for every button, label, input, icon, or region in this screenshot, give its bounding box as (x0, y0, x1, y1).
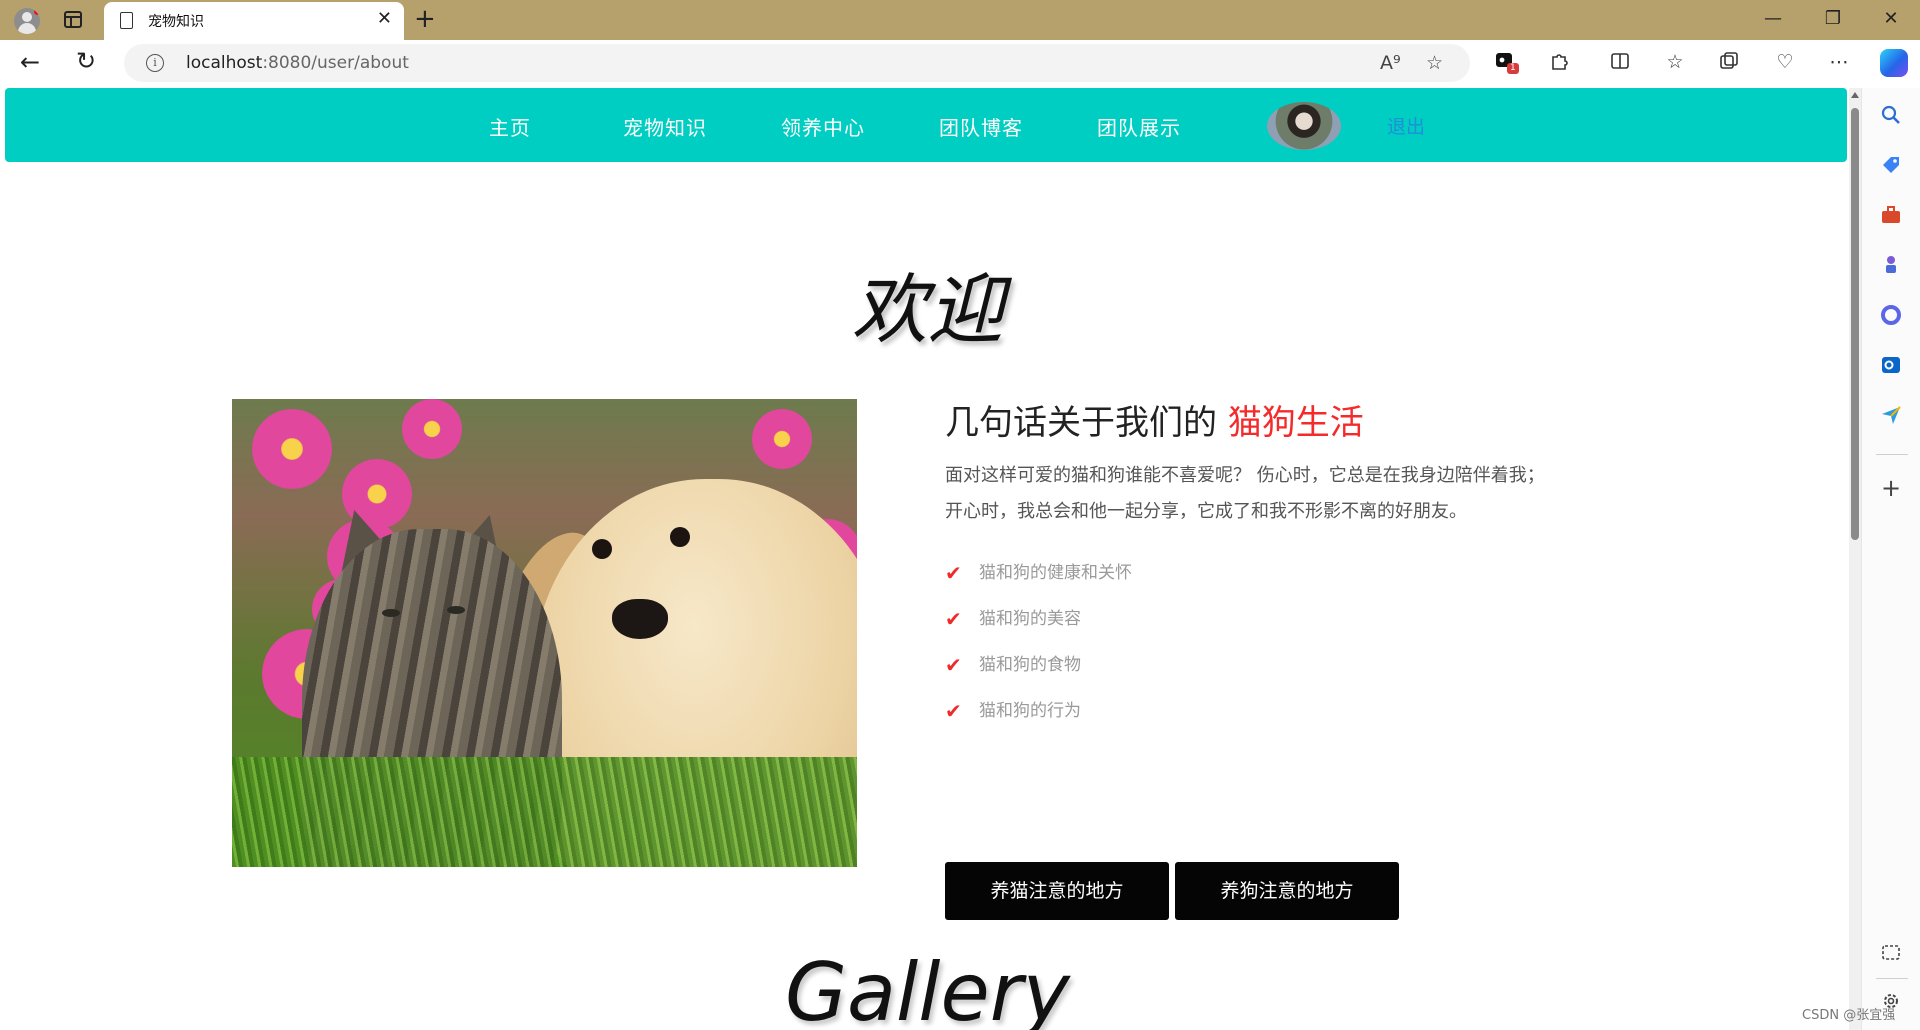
scroll-thumb[interactable] (1851, 108, 1859, 540)
screenshot-icon[interactable] (1880, 942, 1902, 964)
welcome-heading: 欢迎 (851, 265, 1004, 354)
url-text[interactable]: localhost:8080/user/about (186, 53, 409, 73)
nav-link-home[interactable]: 主页 (489, 112, 531, 141)
browser-toolbar: ← ↻ i localhost:8080/user/about A⁹ ☆ 1 ☆… (0, 40, 1920, 88)
gallery-heading: Gallery (785, 946, 1070, 1030)
games-icon[interactable] (1880, 254, 1902, 276)
tab-close-button[interactable]: ✕ (377, 9, 392, 29)
list-item: ✔ 猫和狗的食物 (945, 642, 1665, 688)
tab-title: 宠物知识 (148, 14, 204, 30)
info-icon[interactable]: i (146, 54, 164, 72)
check-icon: ✔ (945, 561, 962, 585)
profile-icon[interactable] (14, 8, 40, 34)
microsoft365-icon[interactable] (1880, 304, 1902, 326)
tab-actions-icon[interactable] (64, 11, 82, 28)
list-item: ✔ 猫和狗的健康和关怀 (945, 550, 1665, 596)
feature-list: ✔ 猫和狗的健康和关怀 ✔ 猫和狗的美容 ✔ 猫和狗的食物 ✔ 猫和狗的行为 (945, 550, 1665, 734)
more-icon[interactable]: ⋯ (1827, 50, 1851, 74)
send-icon[interactable] (1880, 404, 1902, 426)
about-title-highlight: 猫狗生活 (1227, 403, 1364, 443)
browser-essentials-icon[interactable]: ♡ (1773, 50, 1797, 74)
title-bar: 宠物知识 ✕ + — ❐ ✕ (0, 0, 1920, 40)
about-description: 面对这样可爱的猫和狗谁能不喜爱呢？ 伤心时，它总是在我身边陪伴着我； 开心时，我… (945, 465, 1545, 522)
about-section: 几句话关于我们的 猫狗生活 面对这样可爱的猫和狗谁能不喜爱呢？ 伤心时，它总是在… (945, 398, 1665, 920)
collections-icon[interactable] (1717, 50, 1741, 74)
check-icon: ✔ (945, 607, 962, 631)
nav-link-pet-knowledge[interactable]: 宠物知识 (623, 112, 707, 141)
reload-icon[interactable]: ↻ (76, 47, 96, 75)
sidebar-divider (1876, 454, 1908, 455)
split-screen-icon[interactable] (1608, 50, 1632, 74)
close-window-button[interactable]: ✕ (1876, 8, 1906, 29)
copilot-icon[interactable] (1880, 49, 1908, 77)
extension-icon[interactable]: 1 (1493, 50, 1519, 74)
csdn-watermark: CSDN @张宜强 (1802, 1008, 1896, 1023)
tab-active[interactable]: 宠物知识 ✕ (104, 2, 404, 40)
read-aloud-icon[interactable]: A⁹ (1380, 52, 1401, 74)
page-scrollbar[interactable] (1849, 88, 1861, 1030)
about-title: 几句话关于我们的 猫狗生活 (945, 403, 1364, 443)
site-navbar: 主页 宠物知识 领养中心 团队博客 团队展示 退出 (5, 88, 1847, 162)
check-icon: ✔ (945, 699, 962, 723)
toolbox-icon[interactable] (1880, 204, 1902, 226)
nav-link-team-showcase[interactable]: 团队展示 (1097, 112, 1181, 141)
outlook-icon[interactable] (1880, 354, 1902, 376)
logout-link[interactable]: 退出 (1387, 112, 1425, 139)
shopping-tag-icon[interactable] (1880, 154, 1902, 176)
new-tab-button[interactable]: + (414, 4, 436, 34)
dog-tips-button[interactable]: 养狗注意的地方 (1175, 862, 1399, 920)
nav-link-team-blog[interactable]: 团队博客 (939, 112, 1023, 141)
cat-dog-photo (232, 399, 857, 867)
sidebar-divider (1876, 978, 1908, 979)
page-icon (120, 12, 133, 29)
favorite-star-icon[interactable]: ☆ (1426, 52, 1443, 74)
minimize-button[interactable]: — (1758, 8, 1788, 29)
list-item: ✔ 猫和狗的行为 (945, 688, 1665, 734)
check-icon: ✔ (945, 653, 962, 677)
edge-sidebar: + (1861, 88, 1920, 1030)
back-icon[interactable]: ← (20, 48, 40, 76)
favorites-icon[interactable]: ☆ (1663, 50, 1687, 74)
extension-badge: 1 (1507, 63, 1519, 74)
scroll-up-arrow[interactable] (1851, 92, 1859, 98)
avatar[interactable] (1267, 102, 1341, 150)
search-icon[interactable] (1880, 104, 1902, 126)
nav-link-adoption[interactable]: 领养中心 (781, 112, 865, 141)
list-item: ✔ 猫和狗的美容 (945, 596, 1665, 642)
add-icon[interactable]: + (1881, 476, 1901, 500)
cat-tips-button[interactable]: 养猫注意的地方 (945, 862, 1169, 920)
puzzle-icon[interactable] (1547, 50, 1571, 74)
page-viewport: 主页 宠物知识 领养中心 团队博客 团队展示 退出 欢迎 几句话关于我们的 猫狗… (0, 88, 1855, 1030)
address-bar[interactable]: i localhost:8080/user/about A⁹ ☆ (124, 44, 1470, 82)
restore-button[interactable]: ❐ (1818, 8, 1848, 29)
